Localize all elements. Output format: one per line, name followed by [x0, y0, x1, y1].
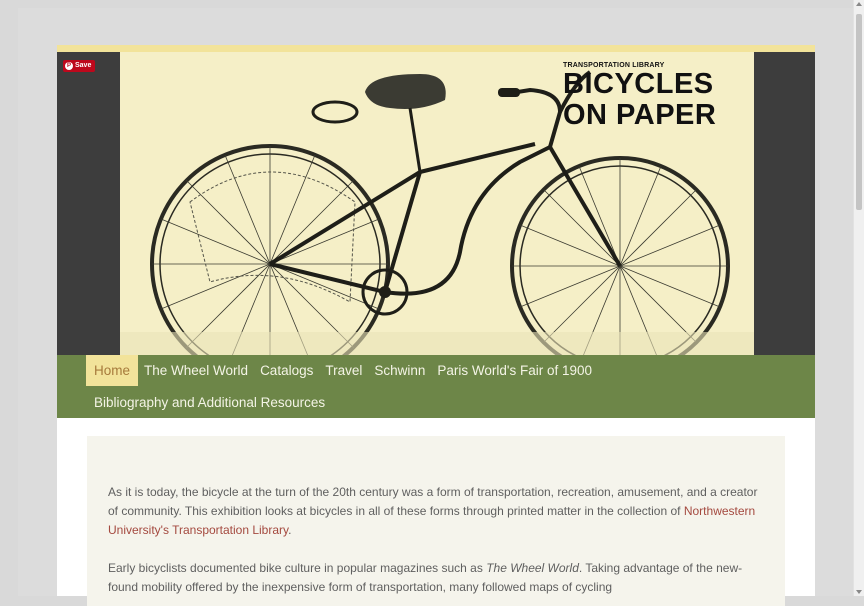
page-scrollbar[interactable]	[853, 0, 864, 596]
main-navigation: Home The Wheel World Catalogs Travel Sch…	[57, 355, 815, 418]
intro-paragraph-1: As it is today, the bicycle at the turn …	[108, 483, 768, 540]
site-title-line2: ON PAPER	[563, 99, 717, 131]
scroll-up-arrow-icon[interactable]	[856, 2, 862, 6]
header-banner: P Save TRANSPORTATION LIBRARY BICYCLES O…	[57, 52, 815, 355]
wheel-world-title: The Wheel World	[486, 561, 579, 575]
nav-item-paris-worlds-fair[interactable]: Paris World's Fair of 1900	[431, 355, 598, 386]
nav-item-travel[interactable]: Travel	[319, 355, 368, 386]
p1-text: As it is today, the bicycle at the turn …	[108, 485, 758, 518]
intro-content: As it is today, the bicycle at the turn …	[87, 436, 785, 606]
site-container: P Save TRANSPORTATION LIBRARY BICYCLES O…	[57, 45, 815, 606]
nav-item-bibliography[interactable]: Bibliography and Additional Resources	[86, 387, 333, 418]
intro-paragraph-2: Early bicyclists documented bike culture…	[108, 559, 768, 597]
top-accent-strip	[57, 45, 815, 52]
scrollbar-thumb[interactable]	[856, 14, 862, 210]
nav-item-the-wheel-world[interactable]: The Wheel World	[138, 355, 254, 386]
banner-title-block: TRANSPORTATION LIBRARY BICYCLES ON PAPER	[563, 62, 716, 131]
nav-item-home[interactable]: Home	[86, 355, 139, 386]
nav-row-primary: Home The Wheel World Catalogs Travel Sch…	[86, 355, 598, 386]
pinterest-save-button[interactable]: P Save	[63, 60, 96, 72]
nav-item-schwinn[interactable]: Schwinn	[368, 355, 431, 386]
site-title-line1: BICYCLES	[563, 68, 714, 100]
p1-end: .	[288, 523, 292, 537]
nav-item-catalogs[interactable]: Catalogs	[254, 355, 319, 386]
save-label: Save	[75, 62, 92, 69]
p2-text: Early bicyclists documented bike culture…	[108, 561, 487, 575]
pinterest-icon: P	[65, 62, 73, 70]
nav-row-secondary: Bibliography and Additional Resources	[86, 386, 333, 418]
scroll-down-arrow-icon[interactable]	[856, 590, 862, 594]
